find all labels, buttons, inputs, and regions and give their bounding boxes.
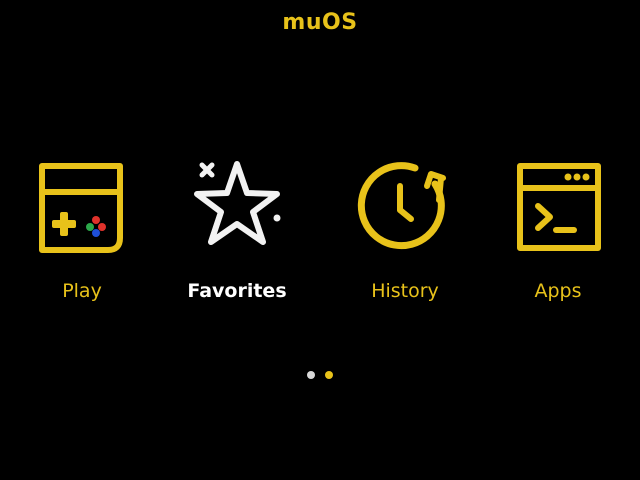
page-indicator bbox=[0, 364, 640, 383]
menu-label-play: Play bbox=[62, 280, 102, 302]
page-dot-2 bbox=[324, 370, 333, 379]
page-dot-1 bbox=[307, 370, 316, 379]
menu-item-play[interactable]: Play bbox=[12, 156, 152, 316]
menu-label-apps: Apps bbox=[534, 280, 582, 302]
menu-item-history[interactable]: History bbox=[335, 156, 475, 316]
menu-label-history: History bbox=[371, 280, 439, 302]
app-title: muOS bbox=[282, 10, 358, 35]
menu-label-favorites: Favorites bbox=[187, 280, 287, 302]
menu-item-favorites[interactable]: Favorites bbox=[167, 156, 307, 316]
handheld-console-icon bbox=[34, 156, 130, 256]
menu-item-apps[interactable]: Apps bbox=[488, 156, 628, 316]
star-icon bbox=[189, 156, 285, 256]
clock-history-icon bbox=[357, 156, 453, 256]
terminal-window-icon bbox=[510, 156, 606, 256]
